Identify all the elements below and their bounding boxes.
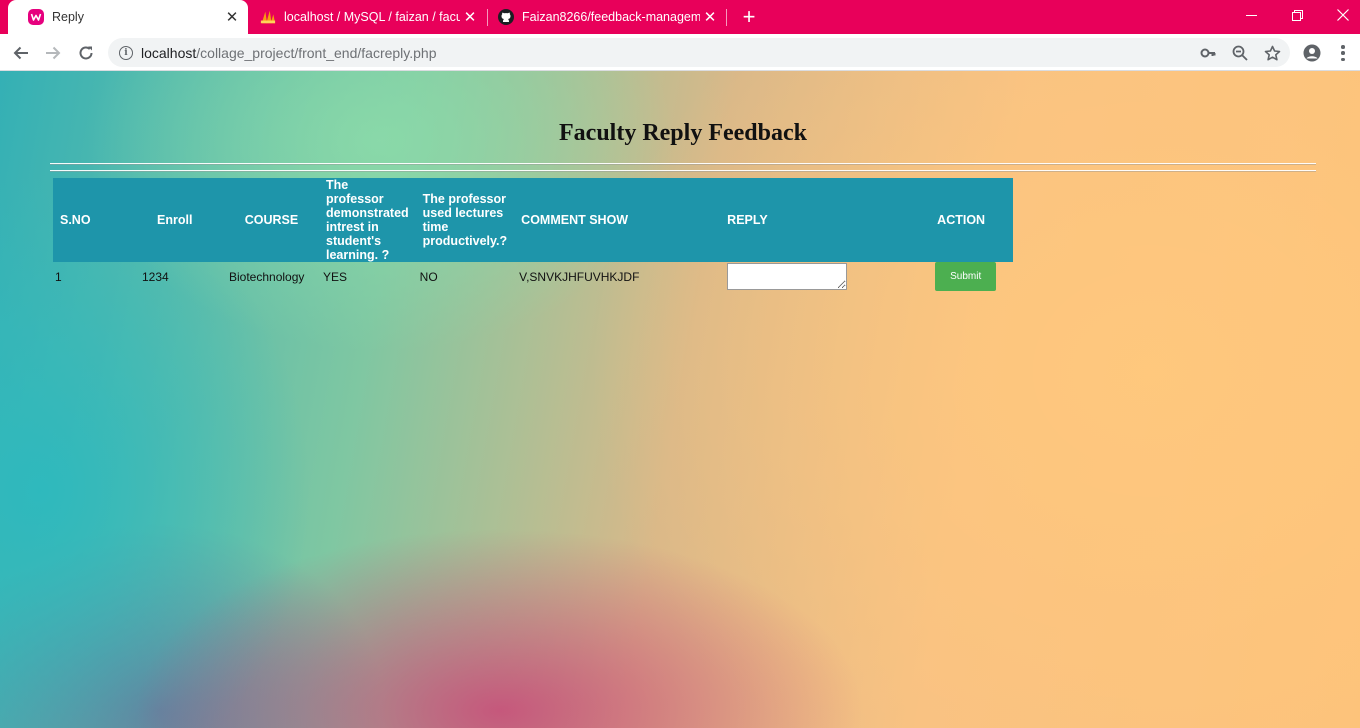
wamp-icon	[28, 9, 44, 25]
page-viewport: Faculty Reply Feedback S.NO Enroll COURS…	[0, 71, 1360, 728]
cell-comment: V,SNVKJHFUVHKJDF	[519, 270, 640, 284]
tab-separator	[726, 9, 727, 26]
table-row: 1 1234 Biotechnology YES NO V,SNVKJHFUVH…	[53, 262, 1013, 291]
submit-button[interactable]: Submit	[935, 262, 997, 291]
tab-title: Faizan8266/feedback-manageme	[522, 10, 700, 24]
tab-title: localhost / MySQL / faizan / facul	[284, 10, 460, 24]
column-header-sno: S.NO	[53, 178, 133, 262]
divider	[50, 163, 1316, 164]
key-icon[interactable]	[1199, 44, 1217, 62]
feedback-table: S.NO Enroll COURSE The professor demonst…	[53, 178, 1014, 291]
tab-phpmyadmin[interactable]: localhost / MySQL / faizan / facul ✕	[240, 0, 486, 34]
address-bar[interactable]: i localhost/collage_project/front_end/fa…	[108, 38, 1290, 67]
star-icon[interactable]	[1263, 44, 1281, 62]
reply-textarea[interactable]	[727, 263, 848, 290]
url-text: localhost/collage_project/front_end/facr…	[141, 44, 437, 61]
column-header-enroll: Enroll	[133, 178, 227, 262]
browser-toolbar: i localhost/collage_project/front_end/fa…	[0, 34, 1360, 71]
minimize-icon[interactable]	[1228, 0, 1274, 30]
profile-icon[interactable]	[1299, 40, 1325, 66]
divider	[50, 170, 1316, 171]
github-icon	[498, 9, 514, 25]
column-header-reply: REPLY	[722, 178, 932, 262]
table-header-row: S.NO Enroll COURSE The professor demonst…	[53, 178, 1014, 262]
zoom-out-icon[interactable]	[1231, 44, 1249, 62]
column-header-question-interest: The professor demonstrated intrest in st…	[319, 178, 416, 262]
column-header-course: COURSE	[227, 178, 319, 262]
column-header-comment: COMMENT SHOW	[514, 178, 723, 262]
close-icon[interactable]: ✕	[460, 7, 480, 27]
tab-reply[interactable]: Reply ✕	[8, 0, 248, 34]
column-header-question-lectures: The professor used lectures time product…	[415, 178, 515, 262]
browser-menu-icon[interactable]	[1335, 43, 1351, 63]
column-header-action: ACTION	[931, 178, 1014, 262]
cell-q1: YES	[323, 270, 348, 284]
cell-q2: NO	[419, 270, 438, 284]
reload-icon[interactable]	[73, 40, 99, 66]
tab-github[interactable]: Faizan8266/feedback-manageme ✕	[478, 0, 726, 34]
cell-course: Biotechnology	[229, 270, 305, 284]
phpmyadmin-icon	[260, 9, 276, 25]
page-title: Faculty Reply Feedback	[559, 120, 807, 146]
back-arrow-icon[interactable]	[8, 40, 34, 66]
restore-icon[interactable]	[1274, 0, 1320, 30]
info-icon[interactable]: i	[119, 45, 133, 60]
tab-title: Reply	[52, 10, 84, 24]
close-icon[interactable]: ✕	[222, 7, 242, 27]
cell-action: Submit	[931, 262, 1013, 291]
close-icon[interactable]: ✕	[700, 7, 720, 27]
close-window-icon[interactable]	[1320, 0, 1360, 30]
cell-enroll: 1234	[142, 270, 169, 284]
tab-strip: Reply ✕ localhost / MySQL / faizan / fac…	[0, 0, 1360, 34]
forward-arrow-icon[interactable]	[40, 40, 66, 66]
cell-sno: 1	[55, 270, 62, 284]
cell-reply	[722, 262, 931, 291]
new-tab-button[interactable]: +	[737, 4, 761, 29]
